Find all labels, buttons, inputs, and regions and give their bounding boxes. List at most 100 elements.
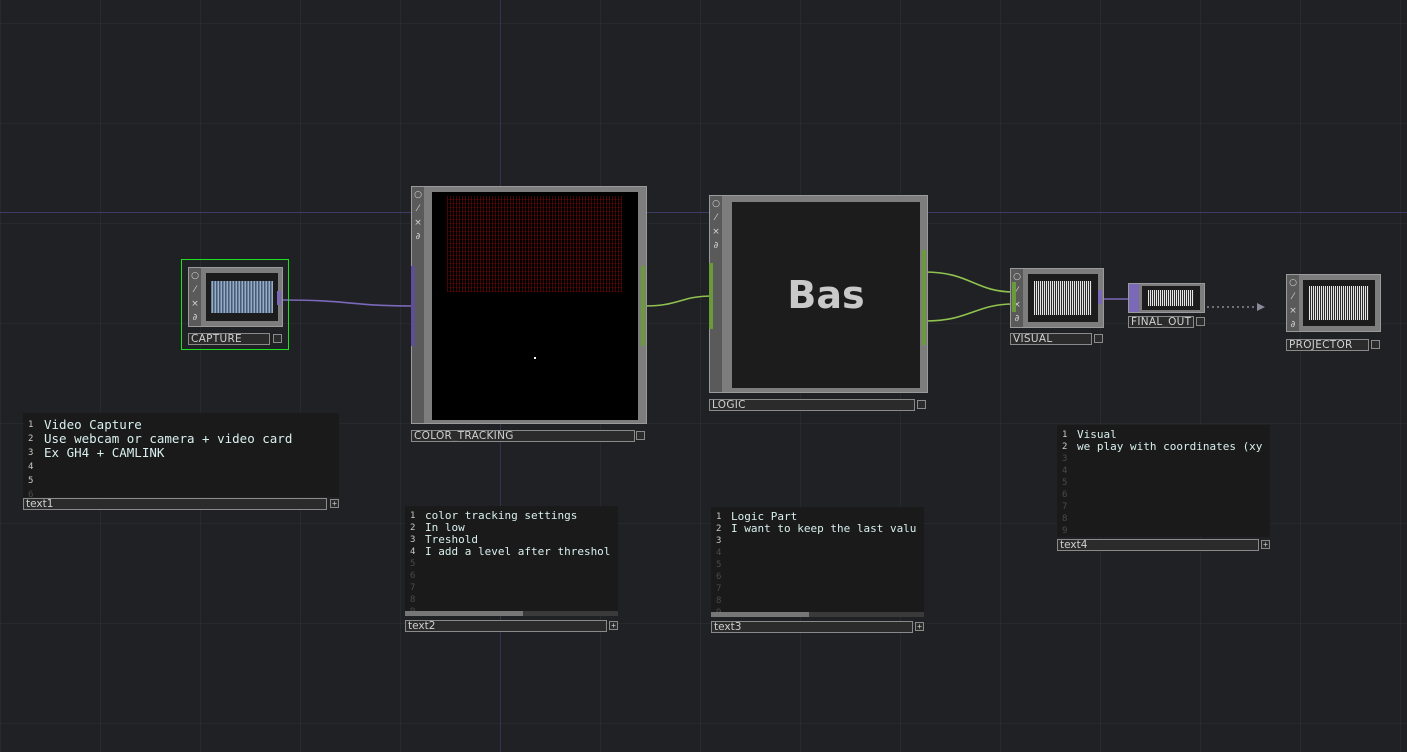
visual-input-port[interactable]: [1012, 282, 1016, 312]
line-number: 7: [1062, 502, 1068, 512]
projector-expand-button[interactable]: [1371, 340, 1380, 349]
line-number: 8: [716, 596, 722, 606]
text1-dat[interactable]: 1 2 3 4 5 6 Video Capture Use webcam or …: [23, 413, 339, 510]
viewer-toggle-icon[interactable]: ○: [1012, 272, 1022, 282]
final-out-label[interactable]: FINAL_OUT: [1128, 316, 1194, 328]
line-number: 4: [716, 548, 722, 558]
logic-input-port[interactable]: [709, 263, 713, 329]
lock-icon[interactable]: ∂: [1288, 320, 1298, 330]
text3-scrollbar-thumb[interactable]: [711, 612, 809, 617]
viewer-toggle-icon[interactable]: ○: [1288, 278, 1298, 288]
line-number: 6: [410, 571, 416, 581]
color-tracking-operator[interactable]: ○ ⁄ × ∂ COLOR_TRACKING: [411, 186, 647, 444]
line-number: 4: [28, 462, 34, 472]
final-out-operator[interactable]: FINAL_OUT: [1128, 283, 1205, 329]
logic-label[interactable]: LOGIC: [709, 399, 915, 411]
line-number: 5: [1062, 478, 1068, 488]
projector-viewer[interactable]: [1303, 280, 1375, 326]
logic-output-port[interactable]: [922, 250, 926, 345]
lock-icon[interactable]: ∂: [711, 241, 721, 251]
logic-viewer[interactable]: Bas: [732, 202, 920, 388]
line-number: 3: [410, 535, 416, 545]
pin-icon[interactable]: ⁄: [1288, 292, 1298, 302]
color-tracking-expand-button[interactable]: [636, 431, 645, 440]
logic-expand-button[interactable]: [917, 400, 926, 409]
bypass-icon[interactable]: ×: [1288, 306, 1298, 316]
text4-expand-button[interactable]: +: [1261, 540, 1270, 549]
bypass-icon[interactable]: ×: [190, 299, 200, 309]
network-wires: [282, 271, 1265, 322]
color-tracking-label[interactable]: COLOR_TRACKING: [411, 430, 635, 442]
capture-preview-image: [211, 281, 273, 313]
final-out-toolbar: [1129, 284, 1139, 312]
final-out-expand-button[interactable]: [1196, 317, 1205, 326]
text1-editor[interactable]: 1 2 3 4 5 6 Video Capture Use webcam or …: [23, 413, 339, 497]
viewer-toggle-icon[interactable]: ○: [190, 271, 200, 281]
color-tracking-viewer[interactable]: [432, 192, 638, 420]
text3-horizontal-scrollbar[interactable]: [711, 612, 924, 617]
visual-viewer[interactable]: [1028, 274, 1098, 322]
line-number: 2: [716, 524, 722, 534]
pin-icon[interactable]: ⁄: [190, 285, 200, 295]
bypass-icon[interactable]: ×: [711, 227, 721, 237]
pin-icon[interactable]: ⁄: [711, 213, 721, 223]
wire-logic-to-visual-1: [924, 271, 1015, 293]
line-number: 5: [716, 560, 722, 570]
capture-expand-button[interactable]: [273, 334, 282, 343]
line-number: 1: [1062, 430, 1068, 440]
line-number: 8: [410, 595, 416, 605]
text1-label[interactable]: text1: [23, 498, 327, 510]
line-number: 3: [716, 536, 722, 546]
line-number: 1: [28, 420, 34, 430]
text1-line-3: Ex GH4 + CAMLINK: [44, 445, 165, 460]
text4-editor[interactable]: 1 2 3 4 5 6 7 8 9 Visual we play with co…: [1057, 425, 1270, 537]
line-number: 2: [28, 434, 34, 444]
projector-label[interactable]: PROJECTOR: [1286, 339, 1369, 351]
bypass-icon[interactable]: ×: [413, 218, 423, 228]
visual-operator[interactable]: ○ ⁄ × ∂ VISUAL: [1010, 268, 1104, 346]
capture-viewer[interactable]: [206, 273, 278, 321]
line-number: 1: [716, 512, 722, 522]
line-number: 4: [1062, 466, 1068, 476]
text3-dat[interactable]: 1 2 3 4 5 6 7 8 9 Logic Part I want to k…: [711, 507, 924, 633]
pin-icon[interactable]: ⁄: [413, 204, 423, 214]
viewer-toggle-icon[interactable]: ○: [711, 199, 721, 209]
text3-label[interactable]: text3: [711, 621, 913, 633]
text2-dat[interactable]: 1 2 3 4 5 6 7 8 9 color tracking setting…: [405, 506, 618, 632]
text1-line-1: Video Capture: [44, 417, 142, 432]
text1-line-numbers: 1 2 3 4 5 6: [23, 413, 39, 497]
color-tracking-input-port[interactable]: [411, 266, 415, 346]
text1-expand-button[interactable]: +: [330, 499, 339, 508]
projector-operator[interactable]: ○ ⁄ × ∂ PROJECTOR: [1286, 274, 1381, 352]
visual-expand-button[interactable]: [1094, 334, 1103, 343]
viewer-toggle-icon[interactable]: ○: [413, 190, 423, 200]
text2-scrollbar-thumb[interactable]: [405, 611, 523, 616]
visual-output-port[interactable]: [1098, 290, 1102, 304]
line-number: 5: [28, 476, 34, 486]
visual-preview-image: [1034, 281, 1092, 315]
text4-label[interactable]: text4: [1057, 539, 1259, 551]
logic-operator[interactable]: ○ ⁄ × ∂ Bas LOGIC: [709, 195, 928, 412]
text4-dat[interactable]: 1 2 3 4 5 6 7 8 9 Visual we play with co…: [1057, 425, 1270, 552]
text2-horizontal-scrollbar[interactable]: [405, 611, 618, 616]
wire-arrow-head: [1257, 303, 1265, 311]
tracked-point-marker: [534, 357, 536, 359]
capture-operator[interactable]: ○ ⁄ × ∂ CAPTURE: [188, 267, 283, 349]
text2-editor[interactable]: 1 2 3 4 5 6 7 8 9 color tracking setting…: [405, 506, 618, 611]
line-number: 3: [28, 448, 34, 458]
lock-icon[interactable]: ∂: [190, 313, 200, 323]
final-out-viewer[interactable]: [1142, 286, 1200, 310]
text2-expand-button[interactable]: +: [609, 621, 618, 630]
wire-color-tracking-to-logic: [643, 295, 714, 307]
color-tracking-output-port[interactable]: [641, 266, 645, 346]
capture-label[interactable]: CAPTURE: [188, 333, 270, 345]
lock-icon[interactable]: ∂: [1012, 314, 1022, 324]
text2-label[interactable]: text2: [405, 620, 607, 632]
text3-expand-button[interactable]: +: [915, 622, 924, 631]
visual-label[interactable]: VISUAL: [1010, 333, 1092, 345]
line-number: 7: [410, 583, 416, 593]
line-number: 9: [1062, 526, 1068, 536]
capture-output-port[interactable]: [277, 291, 281, 305]
text3-editor[interactable]: 1 2 3 4 5 6 7 8 9 Logic Part I want to k…: [711, 507, 924, 612]
lock-icon[interactable]: ∂: [413, 232, 423, 242]
